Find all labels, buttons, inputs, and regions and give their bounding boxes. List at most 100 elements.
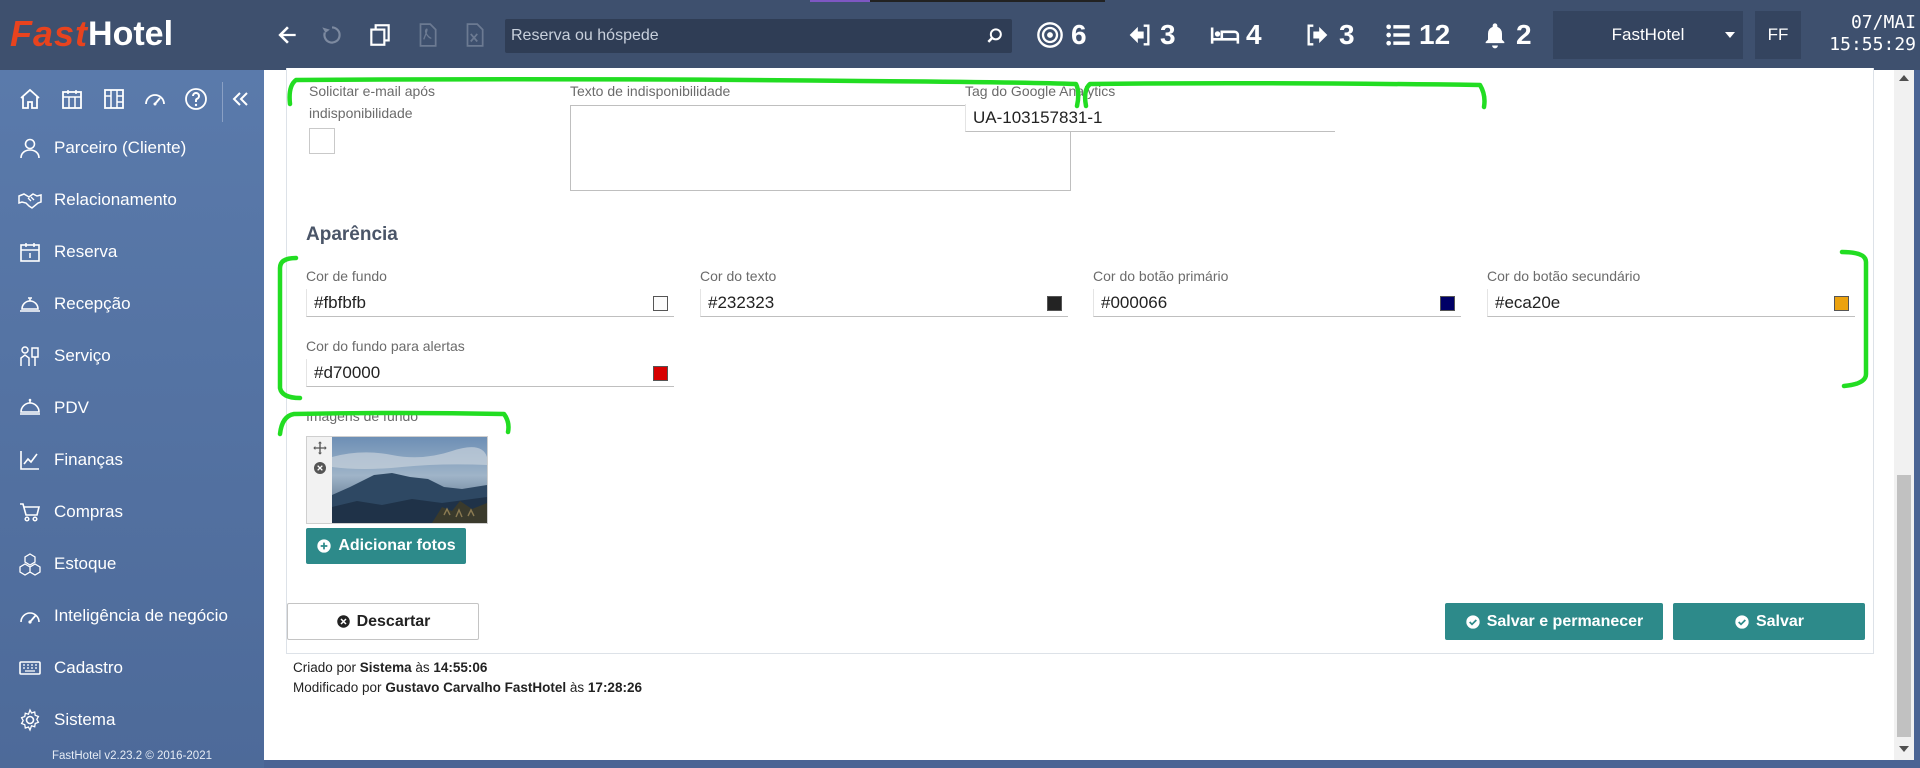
sidebar-menu: Parceiro (Cliente) Relacionamento Reserv… — [0, 122, 264, 746]
version-footer: FastHotel v2.23.2 © 2016-2021 — [52, 750, 212, 762]
plus-circle-icon — [317, 539, 331, 553]
fasthotel-logo[interactable]: Fast Hotel — [10, 13, 174, 54]
home-icon[interactable] — [15, 84, 45, 114]
sidebar-item-sistema[interactable]: Sistema — [0, 694, 264, 746]
alert-bg-color-input[interactable]: #d70000 — [306, 359, 674, 387]
save-label: Salvar — [1755, 612, 1805, 630]
text-color-swatch[interactable] — [1047, 296, 1062, 311]
alert-bg-color-label: Cor do fundo para alertas — [306, 338, 465, 354]
list-icon — [1386, 24, 1410, 46]
primary-button-color-swatch[interactable] — [1440, 296, 1455, 311]
bed-icon — [1210, 27, 1240, 44]
created-prefix: Criado por — [293, 660, 357, 675]
image-tools — [307, 437, 332, 523]
secondary-button-color-input[interactable]: #eca20e — [1487, 289, 1855, 317]
secondary-button-color-label: Cor do botão secundário — [1487, 268, 1641, 284]
dashboard-gauge-icon[interactable] — [140, 84, 170, 114]
alert-bg-color-swatch[interactable] — [653, 366, 668, 381]
hotel-select[interactable]: FastHotel — [1553, 11, 1743, 59]
created-by: Sistema — [359, 660, 412, 675]
save-button[interactable]: Salvar — [1673, 603, 1865, 640]
top-accent-strip — [810, 0, 870, 2]
person-icon — [17, 135, 43, 161]
logo-hotel: Hotel — [88, 14, 174, 53]
save-and-stay-button[interactable]: Salvar e permanecer — [1445, 603, 1663, 640]
arrivals-counter[interactable]: 3 — [1124, 16, 1176, 54]
collapse-sidebar-icon[interactable] — [225, 84, 255, 114]
back-arrow-icon[interactable] — [270, 18, 304, 52]
sidebar-item-cadastro[interactable]: Cadastro — [0, 642, 264, 694]
settings-panel: Solicitar e-mail após indisponibilidade … — [286, 68, 1874, 654]
search-input[interactable] — [505, 19, 978, 53]
analytics-tag-label: Tag do Google Analytics — [965, 83, 1116, 99]
help-icon[interactable] — [181, 84, 211, 114]
scrollbar-thumb[interactable] — [1897, 475, 1911, 737]
bg-color-swatch[interactable] — [653, 296, 668, 311]
targets-counter[interactable]: 6 — [1035, 16, 1087, 54]
sidebar-item-label: Estoque — [54, 554, 117, 573]
line-chart-icon — [17, 447, 43, 473]
pdf-file-icon[interactable] — [410, 18, 444, 52]
sidebar-item-label: Inteligência de negócio — [54, 606, 228, 625]
sidebar-item-label: Finanças — [54, 450, 123, 469]
appearance-section-title: Aparência — [306, 224, 398, 245]
secondary-button-color-swatch[interactable] — [1834, 296, 1849, 311]
analytics-tag-input[interactable]: UA-103157831-1 — [965, 104, 1335, 132]
tasks-counter[interactable]: 12 — [1383, 16, 1450, 54]
sidebar-item-label: Recepção — [54, 294, 131, 313]
background-image-thumbnail[interactable] — [332, 437, 487, 523]
clock: 07/MAI 15:55:29 — [1820, 12, 1916, 56]
search-icon[interactable] — [978, 19, 1012, 53]
sidebar-divider — [222, 82, 223, 122]
sidebar-item-reserva[interactable]: Reserva — [0, 226, 264, 278]
sidebar-item-parceiro[interactable]: Parceiro (Cliente) — [0, 122, 264, 174]
sidebar-item-compras[interactable]: Compras — [0, 486, 264, 538]
email-after-unavailability-label: Solicitar e-mail após indisponibilidade — [309, 83, 436, 121]
arrivals-count: 3 — [1160, 19, 1176, 50]
add-photos-button[interactable]: Adicionar fotos — [306, 528, 466, 564]
scroll-up-arrow-icon[interactable] — [1899, 75, 1909, 81]
sidebar-item-pdv[interactable]: PDV — [0, 382, 264, 434]
remove-image-icon[interactable] — [312, 460, 328, 476]
sidebar-item-relacionamento[interactable]: Relacionamento — [0, 174, 264, 226]
floorplan-icon[interactable] — [99, 84, 129, 114]
modified-at: 17:28:26 — [587, 680, 642, 695]
main-scrollbar[interactable] — [1894, 70, 1914, 760]
bg-color-label: Cor de fundo — [306, 268, 387, 284]
calendar-grid-icon[interactable] — [57, 84, 87, 114]
in-house-counter[interactable]: 4 — [1210, 16, 1262, 54]
boxes-icon — [17, 551, 43, 577]
scroll-down-arrow-icon[interactable] — [1899, 746, 1909, 752]
add-photos-label: Adicionar fotos — [338, 537, 456, 554]
sidebar-item-estoque[interactable]: Estoque — [0, 538, 264, 590]
sidebar-item-financas[interactable]: Finanças — [0, 434, 264, 486]
sidebar-item-inteligencia[interactable]: Inteligência de negócio — [0, 590, 264, 642]
modified-prefix: Modificado por — [293, 680, 382, 695]
refresh-icon[interactable] — [315, 18, 349, 52]
email-after-unavailability-checkbox[interactable] — [309, 128, 335, 154]
created-at: 14:55:06 — [433, 660, 488, 675]
bg-color-input[interactable]: #fbfbfb — [306, 289, 674, 317]
targets-count: 6 — [1071, 19, 1087, 50]
unavailability-text-label: Texto de indisponibilidade — [570, 83, 731, 99]
text-color-input[interactable]: #232323 — [700, 289, 1068, 317]
departures-counter[interactable]: 3 — [1303, 16, 1355, 54]
move-icon[interactable] — [312, 440, 328, 456]
sidebar-item-recepcao[interactable]: Recepção — [0, 278, 264, 330]
service-icon — [17, 343, 43, 369]
excel-file-icon[interactable] — [457, 18, 491, 52]
copy-icon[interactable] — [363, 18, 397, 52]
sidebar-item-servico[interactable]: Serviço — [0, 330, 264, 382]
primary-button-color-label: Cor do botão primário — [1093, 268, 1229, 284]
primary-button-color-input[interactable]: #000066 — [1093, 289, 1461, 317]
check-circle-icon — [1735, 614, 1749, 629]
hotel-select-value: FastHotel — [1611, 25, 1685, 44]
sidebar-item-label: Parceiro (Cliente) — [54, 138, 187, 157]
sidebar-item-label: Sistema — [54, 710, 116, 729]
user-menu[interactable]: FF — [1755, 11, 1801, 59]
notifications-counter[interactable]: 2 — [1480, 16, 1532, 54]
text-color-label: Cor do texto — [700, 268, 777, 284]
clock-date: 07/MAI — [1850, 12, 1916, 33]
discard-label: Descartar — [356, 612, 431, 630]
discard-button[interactable]: Descartar — [287, 603, 479, 640]
